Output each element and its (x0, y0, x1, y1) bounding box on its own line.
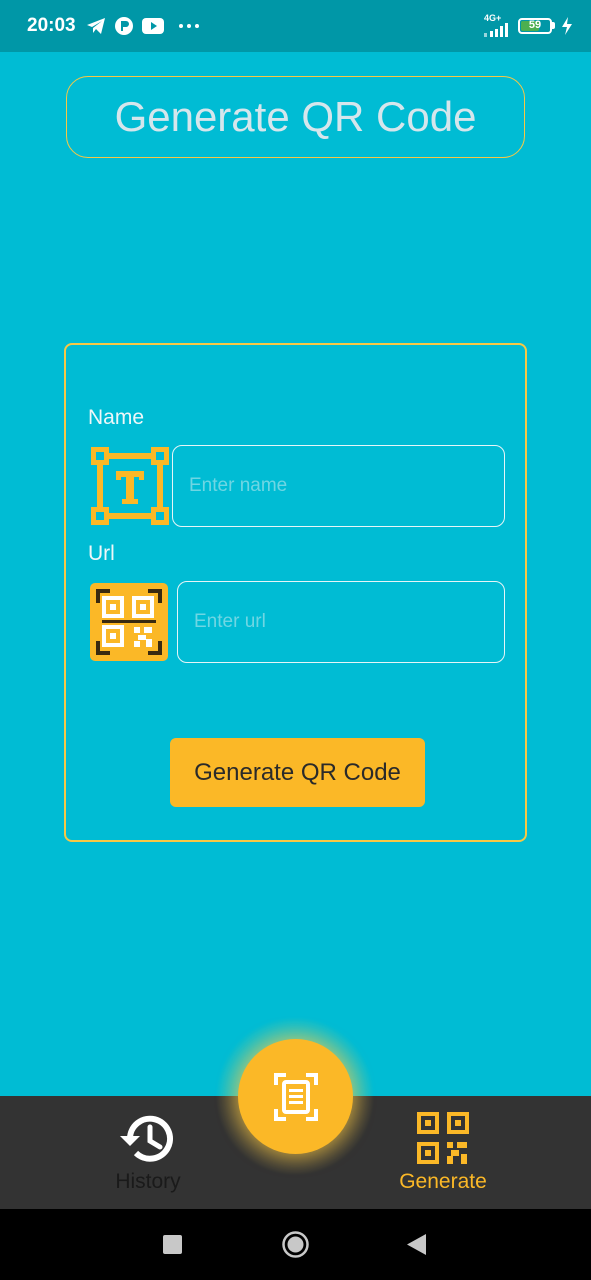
status-time: 20:03 (27, 15, 76, 36)
nav-item-history[interactable]: History (110, 1114, 186, 1194)
charging-icon (562, 16, 572, 35)
app-icon (115, 17, 133, 35)
text-box-icon (91, 447, 169, 525)
url-label: Url (88, 542, 115, 565)
telegram-icon (87, 18, 105, 34)
youtube-icon (142, 18, 164, 34)
page-title-box: Generate QR Code (66, 76, 525, 158)
page-title: Generate QR Code (114, 93, 477, 140)
status-bar: 20:03 4G+ 59 (0, 0, 591, 52)
qr-code-icon (417, 1112, 469, 1164)
history-icon (120, 1115, 173, 1162)
network-type: 4G+ (484, 13, 502, 23)
qr-form-card: Name Url Generate QR Code (64, 343, 527, 842)
status-system-icons: 4G+ 59 (484, 14, 573, 37)
url-input[interactable] (177, 581, 505, 663)
qr-scan-icon (90, 583, 168, 661)
system-navigation-bar (0, 1209, 591, 1280)
signal-icon: 4G+ (484, 14, 512, 37)
home-icon[interactable] (282, 1231, 309, 1258)
back-icon[interactable] (407, 1234, 426, 1255)
nav-label-generate: Generate (399, 1170, 487, 1193)
name-label: Name (88, 406, 145, 429)
scan-fab-button[interactable] (238, 1039, 353, 1154)
battery-level: 59 (528, 18, 542, 31)
generate-qr-button[interactable]: Generate QR Code (170, 738, 425, 807)
nav-label-history: History (115, 1170, 181, 1193)
recents-icon[interactable] (163, 1235, 182, 1254)
more-dots-icon (179, 24, 199, 28)
status-notification-icons (86, 16, 200, 36)
nav-item-generate[interactable]: Generate (393, 1112, 493, 1194)
battery-icon: 59 (518, 17, 555, 34)
document-scan-icon (273, 1072, 318, 1121)
name-input[interactable] (172, 445, 505, 527)
